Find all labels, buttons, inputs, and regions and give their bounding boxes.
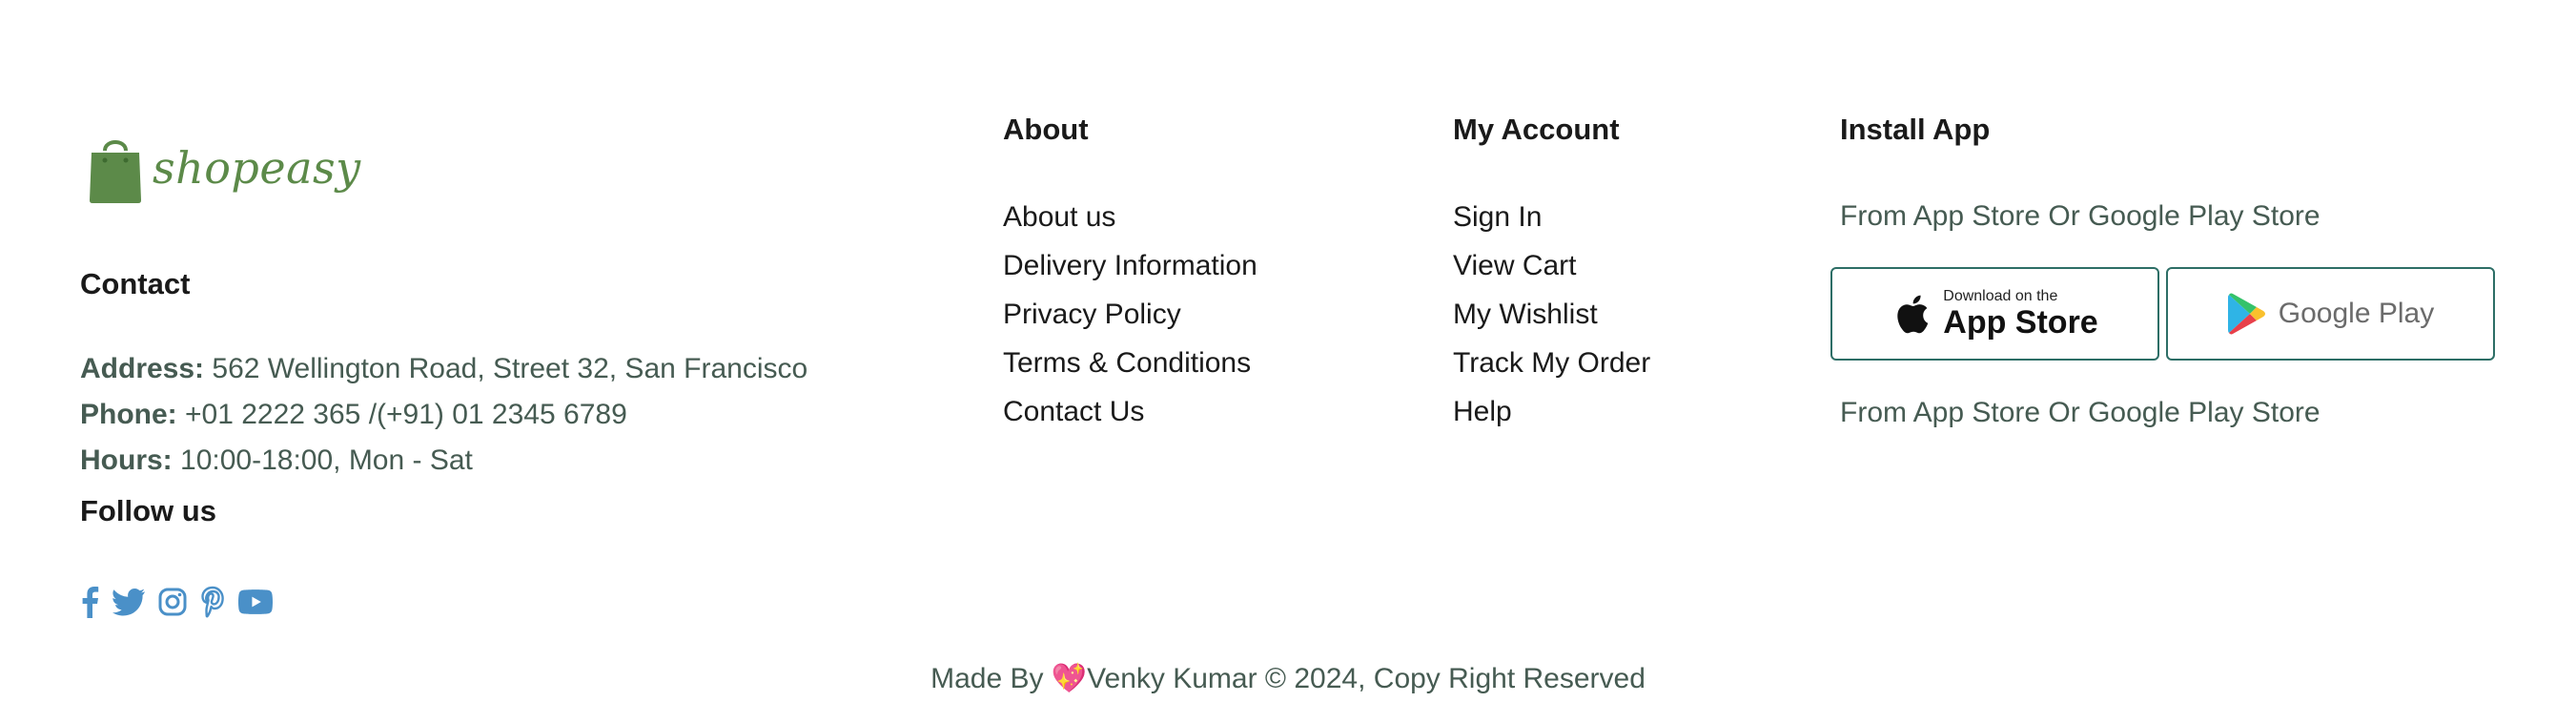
address-value: 562 Wellington Road, Street 32, San Fran… [204,353,808,384]
about-links: About us Delivery Information Privacy Po… [1003,193,1257,436]
google-play-icon [2227,293,2265,335]
account-link-track-my-order[interactable]: Track My Order [1453,339,1650,387]
app-store-small-label: Download on the [1943,288,2058,304]
about-link-contact-us[interactable]: Contact Us [1003,387,1257,436]
app-store-label: App Store [1943,304,2098,341]
address-line: Address: 562 Wellington Road, Street 32,… [80,353,808,385]
pinterest-icon[interactable] [200,586,225,618]
phone-value: +01 2222 365 /(+91) 01 2345 6789 [176,399,627,430]
social-links [80,586,286,618]
google-play-label: Google Play [2278,298,2435,329]
address-label: Address: [80,353,205,384]
account-link-view-cart[interactable]: View Cart [1453,241,1650,290]
account-heading: My Account [1453,113,1620,146]
about-link-privacy-policy[interactable]: Privacy Policy [1003,290,1257,339]
about-link-terms-conditions[interactable]: Terms & Conditions [1003,339,1257,387]
footer-credit: Made By 💖Venky Kumar © 2024, Copy Right … [0,662,2576,695]
apple-icon [1897,295,1929,334]
google-play-button[interactable]: Google Play [2166,267,2495,361]
credit-prefix: Made By [930,663,1052,694]
install-subtitle-top: From App Store Or Google Play Store [1840,200,2320,232]
instagram-icon[interactable] [158,588,187,616]
heart-icon: 💖 [1051,663,1088,694]
account-link-help[interactable]: Help [1453,387,1650,436]
shopping-bag-icon [90,140,141,203]
hours-value: 10:00-18:00, Mon - Sat [172,444,473,476]
about-link-about-us[interactable]: About us [1003,193,1257,241]
hours-line: Hours: 10:00-18:00, Mon - Sat [80,444,473,477]
phone-label: Phone: [80,399,177,430]
account-link-my-wishlist[interactable]: My Wishlist [1453,290,1650,339]
account-links: Sign In View Cart My Wishlist Track My O… [1453,193,1650,436]
facebook-icon[interactable] [80,586,99,618]
contact-heading: Contact [80,267,191,300]
twitter-icon[interactable] [112,588,145,616]
install-heading: Install App [1840,113,1991,146]
brand-name: shopeasy [153,142,361,194]
hours-label: Hours: [80,444,173,476]
credit-suffix: Venky Kumar © 2024, Copy Right Reserved [1087,663,1646,694]
about-heading: About [1003,113,1089,146]
phone-line: Phone: +01 2222 365 /(+91) 01 2345 6789 [80,399,627,431]
youtube-icon[interactable] [238,589,273,615]
app-store-button[interactable]: Download on the App Store [1830,267,2159,361]
follow-heading: Follow us [80,494,216,527]
account-link-sign-in[interactable]: Sign In [1453,193,1650,241]
brand-logo[interactable]: shopeasy [88,132,361,204]
install-subtitle-bottom: From App Store Or Google Play Store [1840,397,2320,428]
about-link-delivery-information[interactable]: Delivery Information [1003,241,1257,290]
